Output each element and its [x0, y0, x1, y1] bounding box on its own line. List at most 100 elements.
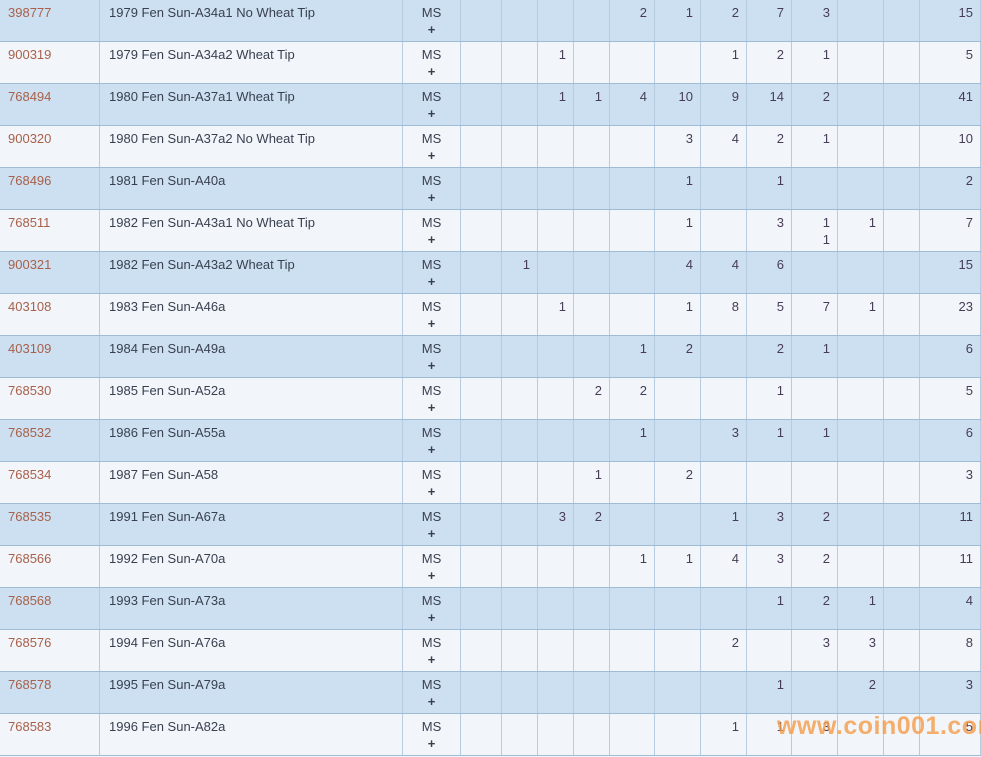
grade-count-cell[interactable]: 3	[655, 126, 701, 167]
coin-id-link[interactable]: 768532	[0, 420, 100, 461]
plus-icon[interactable]: +	[403, 651, 460, 668]
grade-count-cell[interactable]: 1	[538, 42, 574, 83]
grade-count-cell[interactable]: 1	[792, 42, 838, 83]
total-count-cell[interactable]: 8	[920, 630, 981, 671]
coin-id-link[interactable]: 768568	[0, 588, 100, 629]
coin-id-link[interactable]: 768530	[0, 378, 100, 419]
grade-count-cell[interactable]: 6	[747, 252, 792, 293]
plus-icon[interactable]: +	[403, 105, 460, 122]
grade-count-cell[interactable]: 1	[701, 714, 747, 755]
grade-count-cell[interactable]: 1	[610, 546, 655, 587]
grade-count-cell[interactable]: 1	[502, 252, 538, 293]
grade-count-cell[interactable]: 1	[655, 294, 701, 335]
plus-icon[interactable]: +	[403, 693, 460, 710]
grade-count-cell[interactable]: 3	[792, 0, 838, 41]
coin-id-link[interactable]: 398777	[0, 0, 100, 41]
grade-count-cell[interactable]: 1	[655, 546, 701, 587]
grade-count-cell[interactable]: 1	[747, 378, 792, 419]
plus-icon[interactable]: +	[403, 21, 460, 38]
grade-count-cell[interactable]: 2	[655, 336, 701, 377]
total-count-cell[interactable]: 7	[920, 210, 981, 251]
total-count-cell[interactable]: 5	[920, 42, 981, 83]
grade-count-cell[interactable]: 1	[838, 588, 884, 629]
grade-count-cell[interactable]: 4	[701, 546, 747, 587]
grade-count-cell[interactable]: 1	[610, 420, 655, 461]
total-count-cell[interactable]: 10	[920, 126, 981, 167]
total-count-cell[interactable]: 5	[920, 714, 981, 755]
grade-count-cell[interactable]: 4	[610, 84, 655, 125]
grade-count-cell[interactable]: 9	[701, 84, 747, 125]
plus-icon[interactable]: +	[403, 399, 460, 416]
grade-count-cell[interactable]: 1	[701, 504, 747, 545]
grade-count-cell[interactable]: 1	[655, 210, 701, 251]
grade-count-cell[interactable]: 2	[655, 462, 701, 503]
grade-count-cell[interactable]: 1	[538, 84, 574, 125]
grade-count-cell[interactable]: 4	[701, 252, 747, 293]
grade-count-cell[interactable]: 4	[655, 252, 701, 293]
total-count-cell[interactable]: 6	[920, 420, 981, 461]
grade-count-cell[interactable]: 1	[747, 672, 792, 713]
grade-count-cell[interactable]: 2	[747, 336, 792, 377]
plus-icon[interactable]: +	[403, 609, 460, 626]
grade-count-cell[interactable]: 2	[610, 378, 655, 419]
grade-count-cell[interactable]: 7	[792, 294, 838, 335]
grade-count-cell[interactable]: 3	[792, 630, 838, 671]
plus-icon[interactable]: +	[403, 525, 460, 542]
grade-count-cell[interactable]: 2	[610, 0, 655, 41]
coin-id-link[interactable]: 900321	[0, 252, 100, 293]
total-count-cell[interactable]: 15	[920, 252, 981, 293]
grade-count-cell[interactable]: 3	[538, 504, 574, 545]
coin-id-link[interactable]: 768534	[0, 462, 100, 503]
grade-count-cell[interactable]: 1	[655, 0, 701, 41]
grade-count-cell[interactable]: 2	[792, 84, 838, 125]
total-count-cell[interactable]: 11	[920, 546, 981, 587]
grade-count-cell[interactable]: 2	[701, 630, 747, 671]
total-count-cell[interactable]: 3	[920, 672, 981, 713]
plus-icon[interactable]: +	[403, 567, 460, 584]
grade-count-cell[interactable]: 2	[838, 672, 884, 713]
grade-count-cell[interactable]: 1	[747, 420, 792, 461]
coin-id-link[interactable]: 768566	[0, 546, 100, 587]
grade-count-cell[interactable]: 2	[792, 546, 838, 587]
grade-count-cell[interactable]: 2	[747, 126, 792, 167]
total-count-cell[interactable]: 41	[920, 84, 981, 125]
coin-id-link[interactable]: 768578	[0, 672, 100, 713]
plus-icon[interactable]: +	[403, 315, 460, 332]
plus-icon[interactable]: +	[403, 273, 460, 290]
plus-icon[interactable]: +	[403, 189, 460, 206]
grade-count-cell[interactable]: 10	[655, 84, 701, 125]
grade-count-cell[interactable]: 1	[747, 168, 792, 209]
grade-count-cell[interactable]: 3	[838, 630, 884, 671]
total-count-cell[interactable]: 23	[920, 294, 981, 335]
grade-count-cell[interactable]: 3	[792, 714, 838, 755]
coin-id-link[interactable]: 900319	[0, 42, 100, 83]
grade-count-cell[interactable]: 4	[701, 126, 747, 167]
grade-count-cell[interactable]: 2	[574, 504, 610, 545]
grade-count-cell[interactable]: 1	[747, 588, 792, 629]
coin-id-link[interactable]: 768496	[0, 168, 100, 209]
total-count-cell[interactable]: 15	[920, 0, 981, 41]
grade-count-cell[interactable]: 1	[538, 294, 574, 335]
grade-count-cell[interactable]: 2	[701, 0, 747, 41]
grade-count-cell[interactable]: 1	[610, 336, 655, 377]
grade-count-cell[interactable]: 1	[792, 126, 838, 167]
grade-count-cell[interactable]: 8	[701, 294, 747, 335]
grade-count-cell[interactable]: 1 1	[792, 210, 838, 251]
coin-id-link[interactable]: 768576	[0, 630, 100, 671]
plus-icon[interactable]: +	[403, 735, 460, 752]
grade-count-cell[interactable]: 7	[747, 0, 792, 41]
grade-count-cell[interactable]: 3	[747, 546, 792, 587]
total-count-cell[interactable]: 2	[920, 168, 981, 209]
coin-id-link[interactable]: 768494	[0, 84, 100, 125]
grade-count-cell[interactable]: 1	[701, 42, 747, 83]
total-count-cell[interactable]: 5	[920, 378, 981, 419]
coin-id-link[interactable]: 900320	[0, 126, 100, 167]
grade-count-cell[interactable]: 3	[747, 210, 792, 251]
grade-count-cell[interactable]: 3	[701, 420, 747, 461]
grade-count-cell[interactable]: 1	[574, 84, 610, 125]
grade-count-cell[interactable]: 1	[792, 420, 838, 461]
total-count-cell[interactable]: 6	[920, 336, 981, 377]
grade-count-cell[interactable]: 1	[747, 714, 792, 755]
grade-count-cell[interactable]: 2	[792, 504, 838, 545]
grade-count-cell[interactable]: 2	[792, 588, 838, 629]
